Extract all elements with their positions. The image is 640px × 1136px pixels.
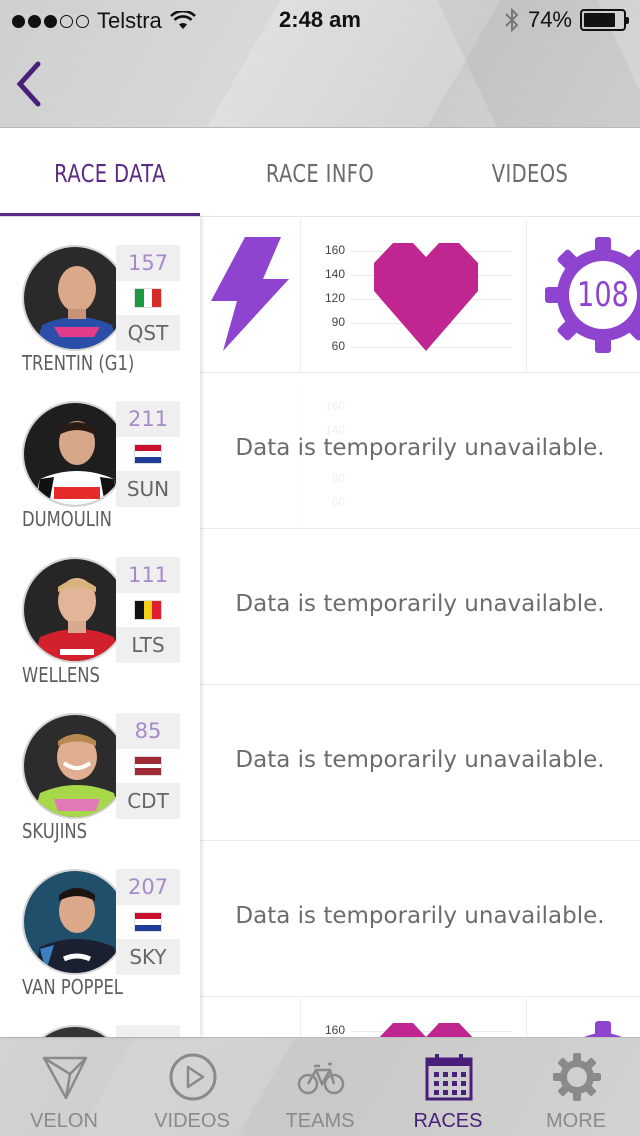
heart-icon: [379, 1023, 473, 1037]
rider-number: 111: [116, 557, 180, 593]
bottom-tab-bar: VELON VIDEOS TEAMS RACES MORE: [0, 1037, 640, 1136]
nav-label: VIDEOS: [154, 1110, 230, 1132]
rider-name: VAN POPPEL: [22, 975, 123, 999]
rider-avatar: [22, 401, 128, 507]
tab-race-data[interactable]: RACE DATA: [32, 129, 188, 217]
tab-videos[interactable]: VIDEOS: [452, 129, 608, 217]
team-code: QST: [116, 315, 180, 351]
hr-tick: 160: [324, 243, 345, 257]
rider-row[interactable]: 111 LTS WELLENS: [0, 529, 200, 687]
rider-row[interactable]: 157 QST TRENTIN (G1): [0, 217, 200, 375]
rider-data-row: 160: [200, 997, 640, 1037]
rider-name: WELLENS: [22, 663, 100, 687]
rider-list[interactable]: 157 QST TRENTIN (G1) 211 SUN DUMOULIN 11…: [0, 217, 200, 1037]
hr-tick: 90: [331, 315, 345, 329]
battery-icon: [580, 9, 629, 31]
rider-avatar: [22, 1025, 128, 1037]
hr-tick: 120: [324, 291, 345, 305]
tab-race-info[interactable]: RACE INFO: [242, 129, 398, 217]
cadence-cell: [526, 999, 640, 1037]
lightning-bolt-icon: [211, 237, 289, 351]
team-code: SKY: [116, 939, 180, 975]
heart-icon: [374, 243, 478, 351]
latvia-flag-icon: [134, 756, 162, 776]
team-code: CDT: [116, 783, 180, 819]
segment-tabs: RACE DATA RACE INFO VIDEOS: [0, 129, 640, 217]
belgium-flag-icon: [134, 600, 162, 620]
rider-row[interactable]: 211 SUN DUMOULIN: [0, 373, 200, 531]
velon-logo-icon: [42, 1056, 88, 1100]
data-unavailable-message: Data is temporarily unavailable.: [235, 747, 605, 773]
status-bar: Telstra 2:48 am 74%: [0, 0, 640, 40]
rider-number: [116, 1025, 180, 1037]
nav-velon[interactable]: VELON: [0, 1038, 128, 1136]
hr-tick: 160: [324, 1023, 345, 1037]
cadence-gear-icon: [584, 1021, 622, 1037]
battery-percent: 74%: [527, 7, 572, 32]
top-header: Telstra 2:48 am 74%: [0, 0, 640, 128]
rider-name: DUMOULIN: [22, 507, 112, 531]
nav-more[interactable]: MORE: [512, 1038, 640, 1136]
rider-avatar: [22, 557, 128, 663]
rider-number: 157: [116, 245, 180, 281]
team-code: LTS: [116, 627, 180, 663]
rider-data-row: 160 140 90 60 Data is temporarily unavailab…: [200, 373, 640, 529]
rider-avatar: [22, 245, 128, 351]
netherlands-flag-icon: [134, 912, 162, 932]
rider-data-row: Data is temporarily unavailable.: [200, 685, 640, 841]
play-circle-icon: [169, 1053, 217, 1101]
nav-races[interactable]: RACES: [384, 1038, 512, 1136]
nav-label: TEAMS: [285, 1110, 355, 1132]
cadence-cell: 108: [526, 219, 640, 373]
race-data-panel: 160 140 120 90 60 108 160 140 90 60 Data…: [200, 217, 640, 1037]
bicycle-icon: [297, 1062, 345, 1095]
rider-avatar: [22, 713, 128, 819]
rider-name: SKUJINS: [22, 819, 88, 843]
rider-number: 85: [116, 713, 180, 749]
power-cell: [200, 219, 300, 373]
bluetooth-icon: [505, 8, 519, 32]
rider-number: 207: [116, 869, 180, 905]
rider-name: TRENTIN (G1): [22, 351, 135, 375]
gear-icon: [553, 1053, 601, 1101]
hr-tick: 140: [324, 267, 345, 281]
back-button[interactable]: [10, 58, 50, 110]
data-unavailable-message: Data is temporarily unavailable.: [235, 903, 605, 929]
nav-label: MORE: [546, 1110, 606, 1132]
rider-row[interactable]: 85 CDT SKUJINS: [0, 685, 200, 843]
heart-rate-chart: 160 140 120 90 60: [300, 219, 526, 373]
data-unavailable-message: Data is temporarily unavailable.: [235, 435, 605, 461]
rider-number: 211: [116, 401, 180, 437]
rider-row[interactable]: [0, 997, 200, 1037]
nav-teams[interactable]: TEAMS: [256, 1038, 384, 1136]
team-code: SUN: [116, 471, 180, 507]
hr-tick: 60: [331, 339, 345, 353]
italy-flag-icon: [134, 288, 162, 308]
heart-rate-chart: 160: [300, 999, 526, 1037]
chevron-left-icon: [16, 61, 41, 107]
rider-data-row: Data is temporarily unavailable.: [200, 841, 640, 997]
nav-videos[interactable]: VIDEOS: [128, 1038, 256, 1136]
rider-data-row: 160 140 120 90 60 108: [200, 217, 640, 373]
calendar-icon: [425, 1054, 473, 1101]
netherlands-flag-icon: [134, 444, 162, 464]
cadence-value: 108: [577, 275, 629, 315]
rider-data-row: Data is temporarily unavailable.: [200, 529, 640, 685]
nav-label: VELON: [30, 1110, 98, 1132]
data-unavailable-message: Data is temporarily unavailable.: [235, 591, 605, 617]
rider-row[interactable]: 207 SKY VAN POPPEL: [0, 841, 200, 999]
active-tab-indicator: [0, 213, 200, 216]
rider-avatar: [22, 869, 128, 975]
nav-label: RACES: [413, 1110, 483, 1132]
